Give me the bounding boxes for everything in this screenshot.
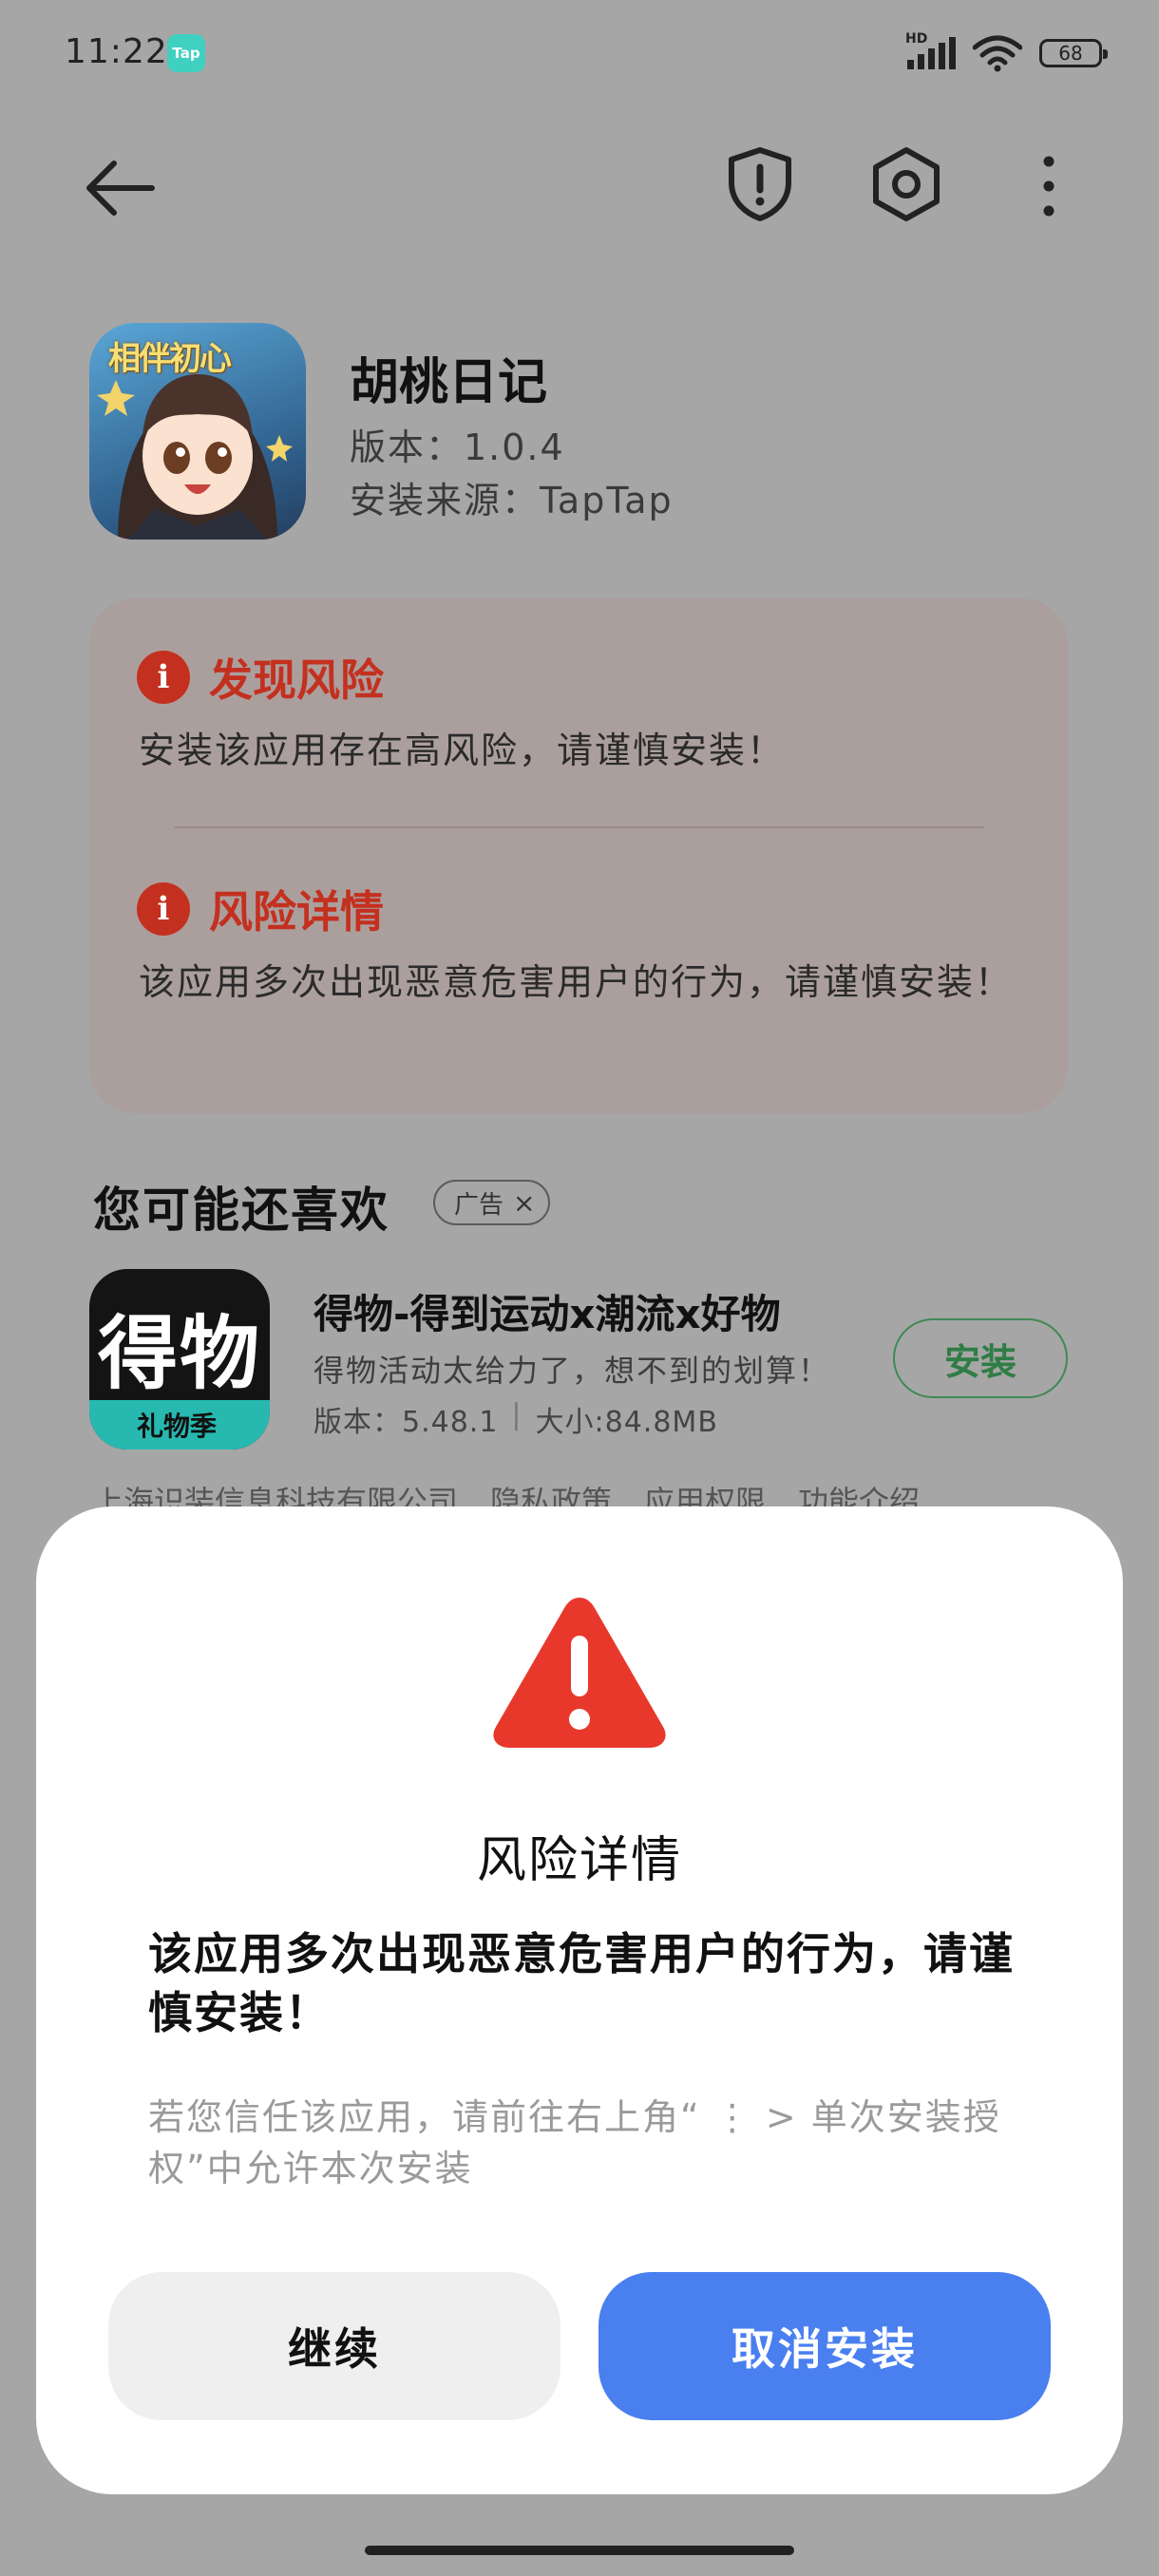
info-icon: i: [137, 651, 190, 704]
shield-alert-icon[interactable]: [726, 146, 794, 222]
dialog-hint: 若您信任该应用，请前往右上角“ ⋮ > 单次安装授权”中允许本次安装: [148, 2096, 1001, 2189]
risk-detail-desc: 该应用多次出现恶意危害用户的行为，请谨慎安装！: [139, 961, 1014, 1003]
wifi-icon: [973, 35, 1022, 72]
meta-separator: |: [511, 1398, 522, 1431]
recommend-title: 您可能还喜欢: [93, 1183, 390, 1238]
home-indicator[interactable]: [365, 2546, 794, 2555]
dialog-message: 该应用多次出现恶意危害用户的行为，请谨慎安装！: [148, 1928, 1015, 2038]
recommended-app-icon[interactable]: 得物 礼物季: [89, 1269, 270, 1449]
status-time: 11:22: [65, 32, 168, 71]
risk-found-title: 发现风险: [209, 654, 384, 706]
settings-gear-icon[interactable]: [870, 146, 942, 222]
risk-detail-title: 风险详情: [209, 886, 384, 938]
divider: [175, 826, 984, 828]
continue-button[interactable]: 继续: [108, 2272, 560, 2420]
back-arrow-icon[interactable]: [84, 152, 156, 224]
dialog-title: 风险详情: [476, 1832, 682, 1889]
recommended-app-icon-sub: 礼物季: [89, 1400, 270, 1449]
ad-close-icon[interactable]: ×: [513, 1187, 535, 1219]
cancel-install-button[interactable]: 取消安装: [598, 2272, 1051, 2420]
risk-detail-heading: i 风险详情: [137, 878, 384, 940]
risk-dialog: 风险详情 该应用多次出现恶意危害用户的行为，请谨慎安装！ 若您信任该应用，请前往…: [36, 1506, 1123, 2494]
taptap-notification-icon: Tap: [167, 34, 205, 72]
risk-found-desc: 安装该应用存在高风险，请谨慎安装！: [139, 729, 786, 771]
more-vertical-icon[interactable]: [1032, 150, 1066, 222]
recommended-app-icon-text: 得物: [97, 1307, 261, 1400]
network-type-label: HD: [905, 31, 928, 47]
app-icon-label: 相伴初心: [108, 340, 232, 378]
battery-icon: 68: [1039, 39, 1108, 67]
app-version: 版本：1.0.4: [350, 426, 565, 468]
install-button[interactable]: 安装: [893, 1318, 1068, 1398]
info-icon: i: [137, 882, 190, 936]
signal-icon: HD: [905, 31, 956, 69]
risk-found-heading: i 发现风险: [137, 646, 384, 709]
recommended-app-size: 大小:84.8MB: [535, 1406, 718, 1439]
ad-label: 广告: [454, 1190, 504, 1220]
app-name: 胡桃日记: [350, 354, 548, 411]
status-indicators: HD 68: [905, 31, 1108, 72]
risk-card: i 发现风险 安装该应用存在高风险，请谨慎安装！ i 风险详情 该应用多次出现恶…: [89, 598, 1068, 1113]
recommended-app-meta: 版本：5.48.1 | 大小:84.8MB: [314, 1398, 718, 1440]
app-icon: 相伴初心: [89, 323, 306, 540]
install-source: 安装来源：TapTap: [350, 480, 674, 521]
recommended-app-desc: 得物活动太给力了，想不到的划算！: [314, 1353, 831, 1389]
recommended-app-name[interactable]: 得物-得到运动x潮流x好物: [314, 1282, 781, 1340]
recommended-app-version: 版本：5.48.1: [314, 1406, 499, 1439]
warning-triangle-icon: [493, 1598, 666, 1748]
ad-badge[interactable]: 广告 ×: [433, 1180, 551, 1225]
